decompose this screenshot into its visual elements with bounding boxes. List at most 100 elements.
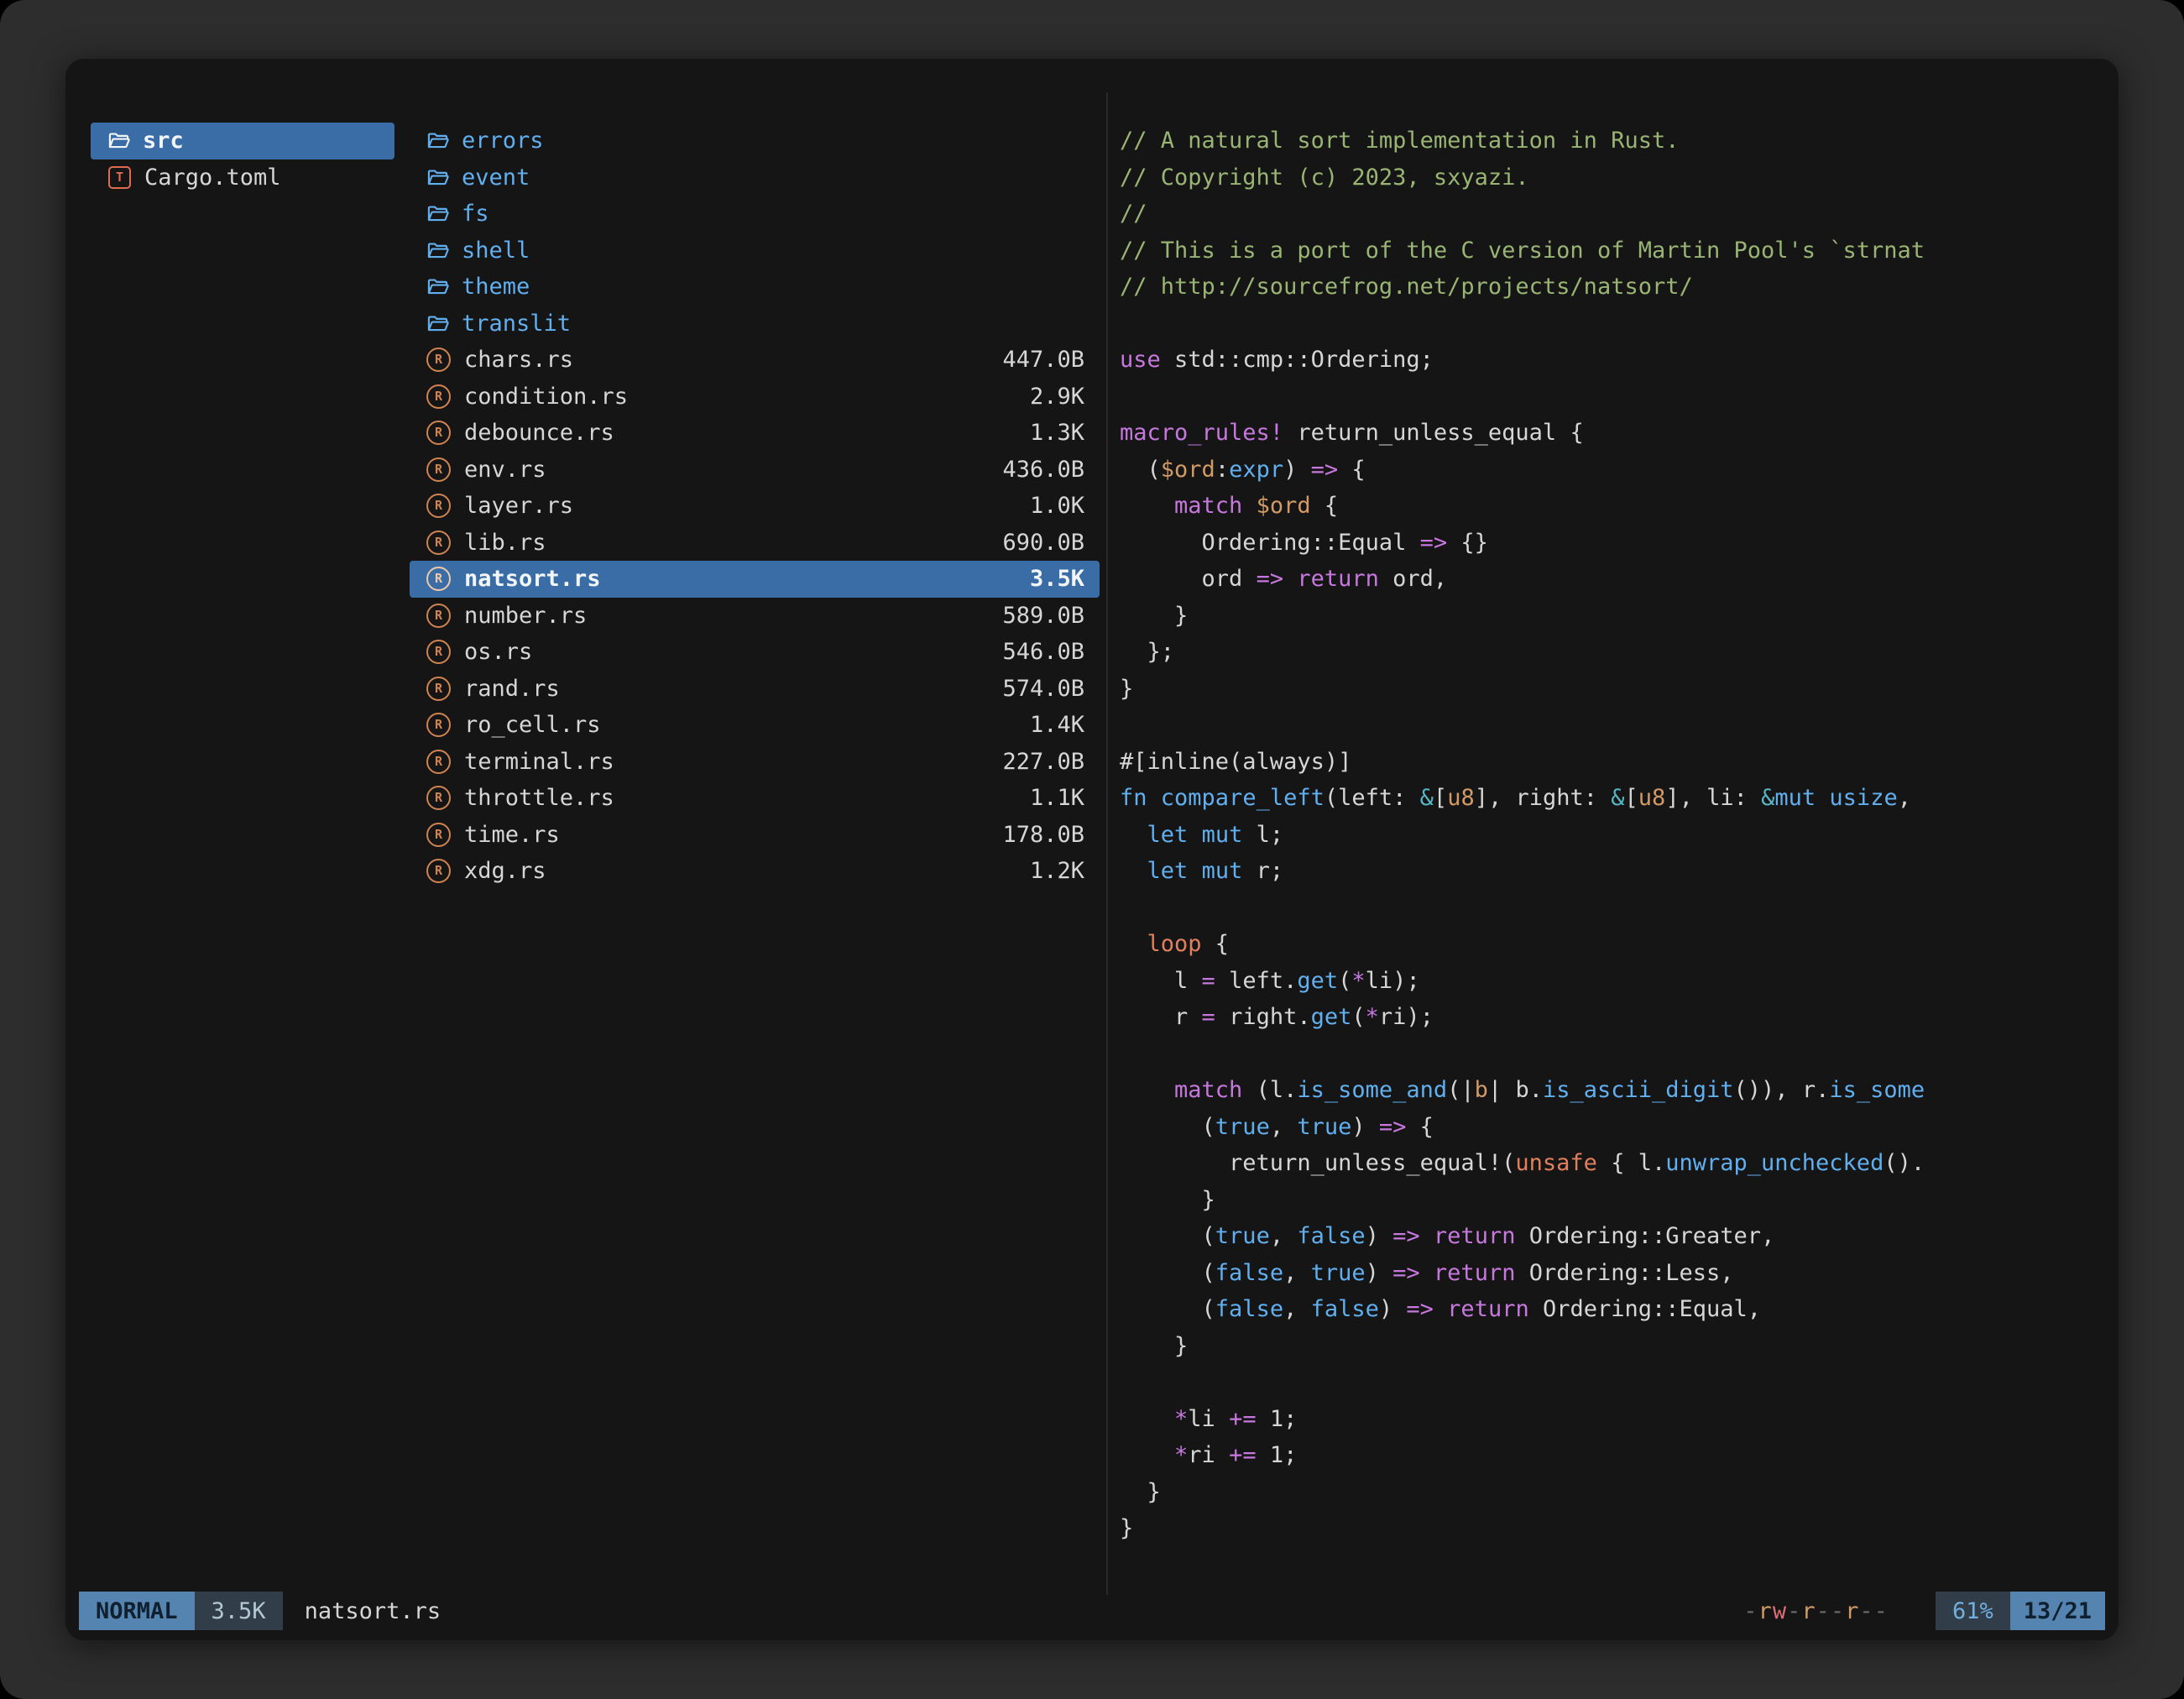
rust-icon: R: [426, 640, 451, 664]
status-filename: natsort.rs: [305, 1598, 442, 1624]
position-badge: 13/21: [2010, 1592, 2105, 1630]
code-line: *ri += 1;: [1120, 1437, 2110, 1474]
code-line: ord => return ord,: [1120, 561, 2110, 598]
code-line: fn compare_left(left: &[u8], right: &[u8…: [1120, 780, 2110, 817]
code-line: return_unless_equal!(unsafe { l.unwrap_u…: [1120, 1145, 2110, 1182]
file-row[interactable]: Rlib.rs 690.0B: [410, 525, 1100, 562]
file-row[interactable]: Rtime.rs178.0B: [410, 817, 1100, 854]
entry-name: Cargo.toml: [144, 165, 281, 191]
code-line: }: [1120, 1328, 2110, 1365]
file-row[interactable]: Rxdg.rs1.2K: [410, 853, 1100, 890]
code-line: let mut l;: [1120, 817, 2110, 854]
code-line: };: [1120, 634, 2110, 671]
code-line: l = left.get(*li);: [1120, 963, 2110, 1000]
file-row[interactable]: Rrand.rs574.0B: [410, 671, 1100, 708]
file-size: 589.0B: [1002, 603, 1084, 629]
file-row[interactable]: Ros.rs546.0B: [410, 634, 1100, 671]
folder-icon: [425, 165, 450, 190]
file-row[interactable]: Rnatsort.rs3.5K: [410, 561, 1100, 598]
code-line: }: [1120, 1474, 2110, 1511]
entry-name: lib.rs: [464, 530, 546, 556]
entry-name: os.rs: [464, 639, 532, 665]
code-line: (false, false) => return Ordering::Equal…: [1120, 1291, 2110, 1328]
file-size: 1.2K: [1030, 858, 1084, 884]
progress-badge: 61%: [1936, 1592, 2010, 1630]
entry-name: theme: [462, 274, 530, 300]
code-line: //: [1120, 196, 2110, 233]
code-line: (true, false) => return Ordering::Greate…: [1120, 1218, 2110, 1255]
rust-icon: R: [426, 457, 451, 482]
code-line: [1120, 306, 2110, 342]
code-line: r = right.get(*ri);: [1120, 999, 2110, 1036]
file-row[interactable]: Rchars.rs 447.0B: [410, 342, 1100, 379]
code-line: (false, true) => return Ordering::Less,: [1120, 1255, 2110, 1292]
code-line: [1120, 1036, 2110, 1073]
entry-name: throttle.rs: [464, 785, 614, 811]
selected-size-badge: 3.5K: [195, 1592, 283, 1630]
preview-pane: // A natural sort implementation in Rust…: [1120, 123, 2110, 1607]
entry-name: event: [462, 165, 530, 191]
rust-icon: R: [426, 421, 451, 445]
file-row[interactable]: Rcondition.rs2.9K: [410, 379, 1100, 416]
pane-separator: [1106, 92, 1108, 1595]
code-line: // A natural sort implementation in Rust…: [1120, 123, 2110, 159]
rust-icon: R: [426, 604, 451, 628]
entry-name: chars.rs: [464, 347, 573, 373]
folder-row[interactable]: shell: [410, 233, 1100, 269]
entry-name: number.rs: [464, 603, 587, 629]
folder-icon: [106, 128, 131, 154]
code-line: Ordering::Equal => {}: [1120, 525, 2110, 562]
code-line: // Copyright (c) 2023, sxyazi.: [1120, 159, 2110, 196]
status-bar: NORMAL 3.5K natsort.rs -rw-r--r-- 61% 13…: [79, 1592, 2105, 1630]
folder-icon: [425, 311, 450, 336]
file-size: 1.3K: [1030, 420, 1084, 446]
parent-item-src[interactable]: src: [91, 123, 394, 159]
entry-name: debounce.rs: [464, 420, 614, 446]
code-line: [1120, 890, 2110, 927]
rust-icon: R: [426, 494, 451, 518]
file-size: 1.1K: [1030, 785, 1084, 811]
file-size: 690.0B: [1002, 530, 1084, 556]
entry-name: rand.rs: [464, 676, 560, 702]
entry-name: layer.rs: [464, 493, 573, 519]
folder-row[interactable]: event: [410, 159, 1100, 196]
entry-name: time.rs: [464, 822, 560, 848]
folder-row[interactable]: translit: [410, 306, 1100, 342]
file-size: 447.0B: [1002, 347, 1084, 373]
code-line: }: [1120, 1510, 2110, 1547]
file-row[interactable]: Rthrottle.rs 1.1K: [410, 780, 1100, 817]
entry-name: errors: [462, 128, 544, 154]
folder-row[interactable]: theme: [410, 269, 1100, 306]
code-line: *li += 1;: [1120, 1401, 2110, 1438]
file-row[interactable]: Rterminal.rs227.0B: [410, 744, 1100, 781]
code-line: loop {: [1120, 926, 2110, 963]
rust-icon: R: [426, 348, 451, 372]
folder-row[interactable]: errors: [410, 123, 1100, 159]
code-line: // http://sourcefrog.net/projects/natsor…: [1120, 269, 2110, 306]
file-pane: errorseventfsshellthemetranslitRchars.rs…: [410, 123, 1100, 890]
folder-row[interactable]: fs: [410, 196, 1100, 233]
file-row[interactable]: Rdebounce.rs 1.3K: [410, 415, 1100, 452]
entry-name: condition.rs: [464, 384, 628, 410]
file-row[interactable]: Rro_cell.rs1.4K: [410, 707, 1100, 744]
toml-icon: T: [108, 166, 131, 189]
file-size: 178.0B: [1002, 822, 1084, 848]
code-line: macro_rules! return_unless_equal {: [1120, 415, 2110, 452]
code-line: }: [1120, 1182, 2110, 1219]
file-row[interactable]: Renv.rs436.0B: [410, 452, 1100, 489]
folder-icon: [425, 128, 450, 154]
folder-icon: [425, 238, 450, 263]
permissions: -rw-r--r--: [1743, 1598, 1889, 1624]
parent-pane: src T Cargo.toml: [91, 123, 394, 196]
entry-name: src: [143, 128, 184, 154]
file-size: 574.0B: [1002, 676, 1084, 702]
folder-icon: [425, 274, 450, 300]
parent-item-cargo-toml[interactable]: T Cargo.toml: [91, 159, 394, 196]
file-row[interactable]: Rnumber.rs 589.0B: [410, 598, 1100, 635]
rust-icon: R: [426, 531, 451, 555]
rust-icon: R: [426, 786, 451, 810]
file-size: 436.0B: [1002, 457, 1084, 483]
file-row[interactable]: Rlayer.rs 1.0K: [410, 488, 1100, 525]
rust-icon: R: [426, 750, 451, 774]
file-size: 1.0K: [1030, 493, 1084, 519]
